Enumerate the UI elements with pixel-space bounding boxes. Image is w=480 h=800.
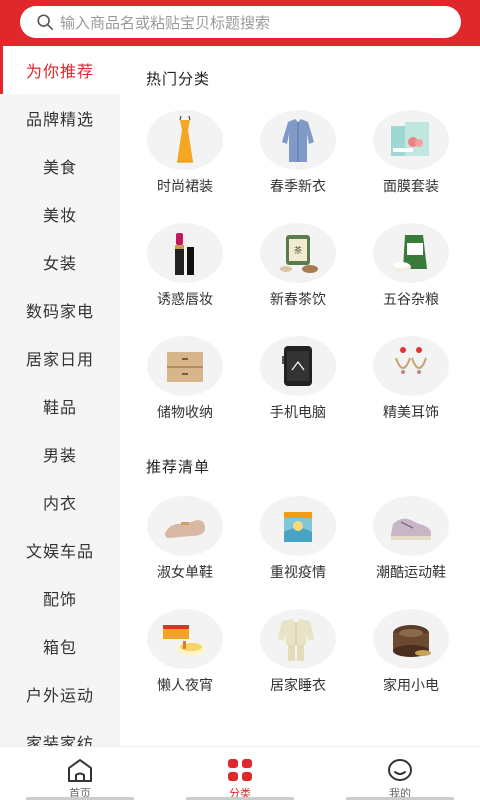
rice-cooker-icon (393, 625, 431, 657)
dress-icon (177, 115, 193, 163)
sidebar-item[interactable]: 美妆 (0, 190, 120, 238)
category-image (147, 110, 223, 170)
search-placeholder: 输入商品名或粘贴宝贝标题搜索 (60, 13, 271, 32)
face-mask-icon (284, 512, 312, 542)
shirt-icon (282, 119, 314, 162)
hot-category-item[interactable]: 诱惑唇妆 (120, 223, 230, 323)
category-image (260, 110, 336, 170)
drawer-icon (167, 352, 203, 382)
category-label: 时尚裙装 (157, 179, 213, 195)
home-icon (68, 759, 92, 782)
category-label: 家用小电 (383, 678, 439, 694)
category-label: 淑女单鞋 (157, 565, 213, 581)
category-content: 热门分类 时尚裙装 春季新衣 面膜套装 诱惑唇妆茶新春茶饮 五谷杂粮 储物收纳 手机电脑 精美… (120, 46, 480, 746)
recommend-category-item[interactable]: 淑女单鞋 (120, 496, 230, 596)
recommend-category-item[interactable]: 重视疫情 (233, 496, 343, 596)
category-image (147, 223, 223, 283)
noodle-icon (163, 625, 205, 656)
category-image: 茶 (260, 223, 336, 283)
recommend-category-item[interactable]: 潮酷运动鞋 (346, 496, 456, 596)
category-label: 五谷杂粮 (383, 292, 439, 308)
tab-mine[interactable]: 我的 (320, 747, 480, 800)
profile-icon (388, 759, 412, 781)
category-image (260, 496, 336, 556)
category-image (373, 223, 449, 283)
category-label: 精美耳饰 (383, 405, 439, 421)
sidebar-item[interactable]: 文娱车品 (0, 526, 120, 574)
earring-icon (395, 347, 427, 374)
hot-category-item[interactable]: 手机电脑 (233, 336, 343, 436)
sidebar-item[interactable]: 男装 (0, 430, 120, 478)
sidebar-item[interactable]: 品牌精选 (0, 94, 120, 142)
search-icon (37, 14, 54, 31)
category-image (373, 336, 449, 396)
recommend-section-title: 推荐清单 (146, 458, 211, 476)
category-label: 面膜套装 (383, 179, 439, 195)
category-image (373, 496, 449, 556)
hot-section-title: 热门分类 (146, 70, 211, 88)
tab-home[interactable]: 首页 (0, 747, 160, 800)
sidebar-item[interactable]: 居家日用 (0, 334, 120, 382)
category-label: 手机电脑 (270, 405, 326, 421)
sidebar-item[interactable]: 美食 (0, 142, 120, 190)
category-label: 春季新衣 (270, 179, 326, 195)
hot-category-item[interactable]: 面膜套装 (346, 110, 456, 210)
sidebar-item[interactable]: 内衣 (0, 478, 120, 526)
sidebar-item[interactable]: 女装 (0, 238, 120, 286)
category-sidebar: 为你推荐 品牌精选 美食 美妆 女装 数码家电 居家日用 鞋品 男装 内衣 文娱车品 配饰 箱包 户外运动… (0, 46, 120, 746)
tab-category[interactable]: 分类 (160, 747, 320, 800)
sneaker-icon (391, 518, 431, 540)
category-label: 懒人夜宵 (157, 678, 213, 694)
hot-category-item[interactable]: 五谷杂粮 (346, 223, 456, 323)
category-image (260, 336, 336, 396)
category-image (373, 609, 449, 669)
sidebar-item[interactable]: 为你推荐 (0, 46, 120, 94)
recommend-category-item[interactable]: 懒人夜宵 (120, 609, 230, 709)
category-label: 居家睡衣 (270, 678, 326, 694)
category-image (147, 336, 223, 396)
hot-category-item[interactable]: 茶新春茶饮 (233, 223, 343, 323)
hot-category-item[interactable]: 春季新衣 (233, 110, 343, 210)
sidebar-item[interactable]: 家装家纺 (0, 718, 120, 746)
category-label: 储物收纳 (157, 405, 213, 421)
category-image (147, 609, 223, 669)
top-header: 输入商品名或粘贴宝贝标题搜索 (0, 0, 480, 46)
tea-can-icon: 茶 (280, 235, 318, 273)
sidebar-item[interactable]: 数码家电 (0, 286, 120, 334)
sidebar-item[interactable]: 箱包 (0, 622, 120, 670)
lipstick-icon (175, 233, 194, 275)
hot-category-item[interactable]: 时尚裙装 (120, 110, 230, 210)
category-label: 诱惑唇妆 (157, 292, 213, 308)
svg-text:茶: 茶 (294, 245, 302, 255)
flat-shoe-icon (165, 520, 205, 538)
category-image (260, 609, 336, 669)
category-label: 重视疫情 (270, 565, 326, 581)
recommend-category-item[interactable]: 居家睡衣 (233, 609, 343, 709)
search-bar[interactable]: 输入商品名或粘贴宝贝标题搜索 (20, 6, 461, 38)
rice-bag-icon (391, 235, 427, 272)
bottom-tab-bar: 首页 分类 我的 (0, 746, 480, 800)
phone-icon (282, 346, 312, 386)
hot-category-item[interactable]: 储物收纳 (120, 336, 230, 436)
category-image (373, 110, 449, 170)
sidebar-item[interactable]: 配饰 (0, 574, 120, 622)
category-icon (228, 759, 252, 781)
hot-category-item[interactable]: 精美耳饰 (346, 336, 456, 436)
category-label: 潮酷运动鞋 (376, 565, 446, 581)
sidebar-item[interactable]: 户外运动 (0, 670, 120, 718)
pajamas-icon (278, 619, 314, 661)
mask-box-icon (391, 122, 429, 156)
recommend-category-item[interactable]: 家用小电 (346, 609, 456, 709)
sidebar-item[interactable]: 鞋品 (0, 382, 120, 430)
category-label: 新春茶饮 (270, 292, 326, 308)
category-image (147, 496, 223, 556)
